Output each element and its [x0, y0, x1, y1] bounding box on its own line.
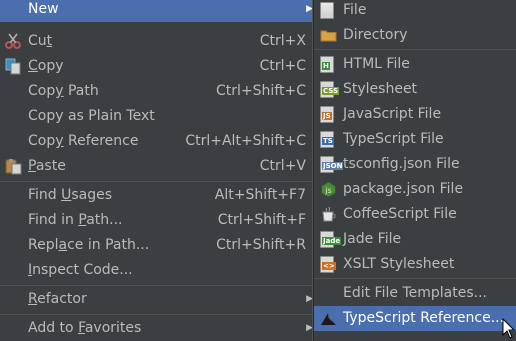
copy-icon — [5, 58, 22, 75]
menu-item-label: Find in Path... — [28, 212, 123, 228]
menu-item-label: Cut — [28, 33, 53, 49]
menu-item-copy-path[interactable]: Copy Path Ctrl+Shift+C — [0, 79, 316, 104]
menu-item-tsconfig[interactable]: JSON tsconfig.json File — [314, 152, 516, 177]
html-icon: H — [320, 56, 337, 73]
menu-item-label: CoffeeScript File — [343, 206, 457, 222]
file-icon — [320, 2, 337, 19]
menu-item-jade[interactable]: Jade Jade File — [314, 227, 516, 252]
menu-separator — [314, 278, 516, 279]
node-icon: js — [320, 181, 337, 198]
menu-item-ts-file[interactable]: TS TypeScript File — [314, 127, 516, 152]
menu-item-label: Copy — [28, 58, 64, 74]
folder-icon — [320, 27, 337, 44]
jade-icon: Jade — [320, 231, 342, 248]
menu-item-replace-in-path[interactable]: Replace in Path... Ctrl+Shift+R — [0, 233, 316, 258]
shortcut-label: Ctrl+V — [259, 158, 306, 174]
menu-item-label: Replace in Path... — [28, 237, 150, 253]
menu-item-new[interactable]: New ▶ — [0, 0, 316, 22]
shortcut-label: Ctrl+C — [259, 58, 306, 74]
menu-item-label: Copy as Plain Text — [28, 108, 155, 124]
new-submenu: File Directory H HTML File CSS Stylesheet JS Ja… — [313, 0, 516, 341]
submenu-arrow-icon: ▶ — [306, 4, 313, 14]
menu-item-copy[interactable]: Copy Ctrl+C — [0, 54, 316, 79]
menu-item-find-usages[interactable]: Find Usages Alt+Shift+F7 — [0, 183, 316, 208]
menu-item-label: Refactor — [28, 291, 87, 307]
menu-item-paste[interactable]: Paste Ctrl+V — [0, 154, 316, 179]
menu-item-js-file[interactable]: JS JavaScript File — [314, 102, 516, 127]
shortcut-label: Alt+Shift+F7 — [214, 187, 306, 203]
menu-item-label: Jade File — [343, 231, 402, 247]
tsref-icon — [320, 310, 337, 327]
css-icon: CSS — [320, 81, 340, 98]
menu-item-stylesheet[interactable]: CSS Stylesheet — [314, 77, 516, 102]
menu-item-label: JavaScript File — [343, 106, 442, 122]
menu-item-label: New — [28, 1, 59, 17]
menu-item-label: Copy Path — [28, 83, 99, 99]
menu-item-label: Stylesheet — [343, 81, 418, 97]
mouse-cursor-icon — [502, 318, 516, 339]
menu-item-label: Edit File Templates... — [343, 285, 487, 301]
submenu-arrow-icon: ▶ — [306, 323, 313, 333]
menu-item-xslt[interactable]: <> XSLT Stylesheet — [314, 252, 516, 277]
menu-item-label: Copy Reference — [28, 133, 139, 149]
svg-text:js: js — [324, 186, 331, 195]
menu-item-ts-reference[interactable]: TypeScript Reference... — [314, 306, 516, 331]
menu-separator — [0, 285, 316, 286]
menu-item-package-json[interactable]: js package.json File — [314, 177, 516, 202]
menu-item-label: TypeScript Reference... — [343, 310, 505, 326]
menu-item-add-to-favorites[interactable]: Add to Favorites ▶ — [0, 316, 316, 341]
ts-icon: TS — [320, 131, 337, 148]
menu-item-copy-plain[interactable]: Copy as Plain Text — [0, 104, 316, 129]
menu-item-find-in-path[interactable]: Find in Path... Ctrl+Shift+F — [0, 208, 316, 233]
menu-item-file[interactable]: File — [314, 0, 516, 23]
menu-item-label: Find Usages — [28, 187, 113, 203]
menu-item-label: Inspect Code... — [28, 262, 133, 278]
menu-item-html-file[interactable]: H HTML File — [314, 52, 516, 77]
menu-item-edit-templates[interactable]: Edit File Templates... — [314, 281, 516, 306]
menu-item-label: HTML File — [343, 56, 410, 72]
shortcut-label: Ctrl+Shift+F — [217, 212, 306, 228]
scissors-icon — [5, 33, 22, 50]
menu-item-label: tsconfig.json File — [343, 156, 460, 172]
shortcut-label: Ctrl+Alt+Shift+C — [185, 133, 306, 149]
shortcut-label: Ctrl+X — [259, 33, 306, 49]
menu-item-label: File — [343, 2, 367, 18]
menu-separator — [314, 49, 516, 50]
menu-item-label: TypeScript File — [343, 131, 444, 147]
menu-item-inspect-code[interactable]: Inspect Code... — [0, 258, 316, 283]
menu-item-label: Add to Favorites — [28, 320, 142, 336]
shortcut-label: Ctrl+Shift+C — [216, 83, 306, 99]
json-icon: JSON — [320, 156, 344, 173]
coffee-icon — [320, 206, 337, 223]
menu-item-cut[interactable]: Cut Ctrl+X — [0, 29, 316, 54]
xslt-icon: <> — [320, 256, 337, 273]
shortcut-label: Ctrl+Shift+R — [216, 237, 306, 253]
menu-item-directory[interactable]: Directory — [314, 23, 516, 48]
menu-item-refactor[interactable]: Refactor ▶ — [0, 287, 316, 312]
paste-icon — [5, 158, 22, 175]
menu-item-label: Directory — [343, 27, 408, 43]
menu-separator — [0, 181, 316, 182]
submenu-arrow-icon: ▶ — [306, 294, 313, 304]
context-menu: New ▶ Cut Ctrl+X Copy Ctrl+C Copy Path Ctrl+Shi… — [0, 0, 316, 341]
menu-item-label: Paste — [28, 158, 66, 174]
menu-item-label: package.json File — [343, 181, 464, 197]
menu-item-copy-ref[interactable]: Copy Reference Ctrl+Alt+Shift+C — [0, 129, 316, 154]
menu-item-label: XSLT Stylesheet — [343, 256, 455, 272]
menu-separator — [0, 314, 316, 315]
menu-item-coffee[interactable]: CoffeeScript File — [314, 202, 516, 227]
js-icon: JS — [320, 106, 337, 123]
